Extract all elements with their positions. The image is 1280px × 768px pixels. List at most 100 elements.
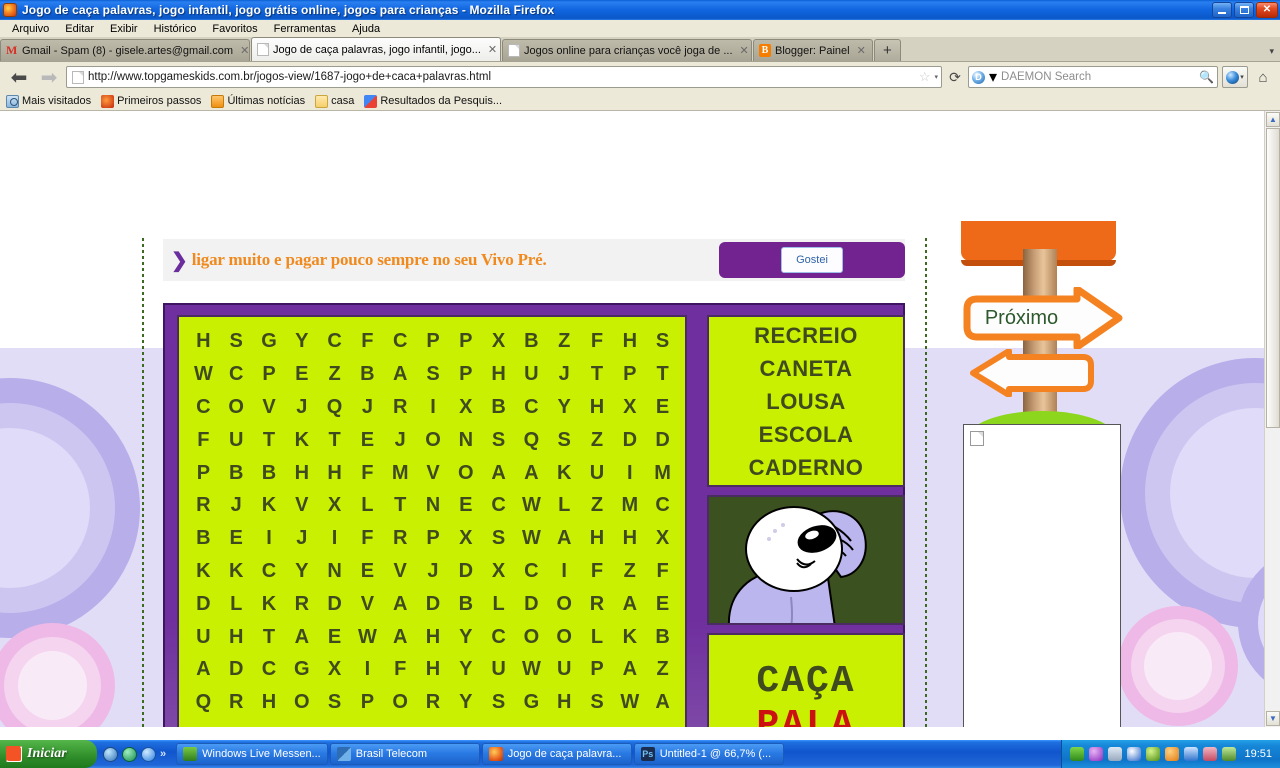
network-disconnected-icon[interactable] [1203, 747, 1218, 761]
grid-cell[interactable]: E [285, 358, 318, 391]
grid-cell[interactable]: W [351, 620, 384, 653]
grid-cell[interactable]: H [417, 653, 450, 686]
grid-cell[interactable]: H [253, 686, 286, 719]
green-app-icon[interactable] [1222, 747, 1237, 761]
grid-cell[interactable]: L [482, 587, 515, 620]
bookmark-casa[interactable]: casa [315, 94, 354, 108]
signpost-right-arrow[interactable]: Próximo [959, 285, 1124, 351]
minimize-button[interactable] [1212, 2, 1232, 18]
grid-cell[interactable]: F [351, 522, 384, 555]
grid-cell[interactable]: Y [285, 555, 318, 588]
bookmark-resultados[interactable]: Resultados da Pesquis... [364, 94, 502, 108]
grid-cell[interactable]: A [515, 456, 548, 489]
grid-cell[interactable]: W [515, 489, 548, 522]
grid-cell[interactable]: D [417, 587, 450, 620]
grid-cell[interactable]: E [318, 620, 351, 653]
grid-cell[interactable]: A [613, 719, 646, 727]
grid-cell[interactable]: J [285, 391, 318, 424]
grid-cell[interactable]: A [187, 653, 220, 686]
grid-cell[interactable]: H [318, 456, 351, 489]
grid-cell[interactable]: V [253, 391, 286, 424]
home-icon[interactable]: ⌂ [1252, 69, 1274, 86]
grid-cell[interactable]: J [285, 522, 318, 555]
grid-cell[interactable]: K [253, 489, 286, 522]
grid-cell[interactable]: P [351, 686, 384, 719]
grid-cell[interactable]: O [285, 686, 318, 719]
grid-cell[interactable]: X [318, 489, 351, 522]
word-item[interactable]: CANETA [759, 352, 852, 385]
grid-cell[interactable]: C [220, 358, 253, 391]
search-bar[interactable]: D ▾ DAEMON Search 🔍 [968, 66, 1218, 88]
grid-cell[interactable]: U [581, 456, 614, 489]
word-search-grid[interactable]: HSGYCFCPPXBZFHSWCPEZBASPHUJTPTCOVJQJRIXB… [187, 325, 679, 727]
chevron-down-icon[interactable]: ▾ [934, 73, 938, 81]
grid-cell[interactable]: J [384, 423, 417, 456]
advertisement-banner[interactable]: ❯ ligar muito e pagar pouco sempre no se… [163, 239, 905, 281]
grid-cell[interactable]: H [548, 686, 581, 719]
grid-cell[interactable]: H [417, 620, 450, 653]
grid-cell[interactable]: W [581, 719, 614, 727]
grid-cell[interactable]: M [646, 456, 679, 489]
antivirus-icon[interactable] [1089, 747, 1104, 761]
tab-list-chevron-down-icon[interactable]: ▾ [1269, 46, 1274, 57]
grid-cell[interactable]: C [253, 653, 286, 686]
grid-cell[interactable]: Y [548, 391, 581, 424]
grid-cell[interactable]: A [384, 358, 417, 391]
grid-cell[interactable]: J [548, 358, 581, 391]
grid-cell[interactable]: A [384, 587, 417, 620]
grid-cell[interactable]: Y [449, 653, 482, 686]
signpost-left-arrow[interactable] [967, 348, 1099, 398]
grid-cell[interactable]: B [187, 522, 220, 555]
grid-cell[interactable]: U [187, 620, 220, 653]
grid-cell[interactable]: Z [646, 653, 679, 686]
grid-cell[interactable]: H [220, 620, 253, 653]
close-button[interactable]: ✕ [1256, 2, 1278, 18]
grid-cell[interactable]: B [515, 325, 548, 358]
grid-cell[interactable]: T [384, 489, 417, 522]
word-item[interactable]: ESCOLA [759, 418, 854, 451]
grid-cell[interactable]: F [351, 325, 384, 358]
gostei-button[interactable]: Gostei [781, 247, 843, 273]
grid-cell[interactable]: F [581, 325, 614, 358]
chevron-down-icon[interactable]: ▾ [989, 67, 997, 87]
grid-cell[interactable]: E [351, 555, 384, 588]
grid-cell[interactable]: P [449, 325, 482, 358]
grid-cell[interactable]: F [581, 555, 614, 588]
grid-cell[interactable]: K [613, 620, 646, 653]
grid-cell[interactable]: P [285, 719, 318, 727]
grid-cell[interactable]: P [417, 522, 450, 555]
grid-cell[interactable]: J [220, 489, 253, 522]
grid-cell[interactable]: F [187, 423, 220, 456]
word-item[interactable]: RECREIO [754, 319, 858, 352]
grid-cell[interactable]: Z [318, 358, 351, 391]
grid-cell[interactable]: Y [285, 325, 318, 358]
grid-cell[interactable]: X [449, 391, 482, 424]
scroll-down-arrow-icon[interactable]: ▼ [1266, 711, 1280, 726]
word-item[interactable]: CADERNO [749, 451, 864, 484]
grid-cell[interactable]: H [613, 522, 646, 555]
grid-cell[interactable]: A [646, 686, 679, 719]
grid-cell[interactable]: A [384, 620, 417, 653]
maximize-button[interactable] [1234, 2, 1254, 18]
grid-cell[interactable]: F [384, 653, 417, 686]
quicklaunch-icon-3[interactable] [141, 746, 156, 762]
grid-cell[interactable]: P [449, 358, 482, 391]
grid-cell[interactable]: P [253, 358, 286, 391]
grid-cell[interactable]: I [548, 719, 581, 727]
grid-cell[interactable]: W [187, 358, 220, 391]
grid-cell[interactable]: X [482, 325, 515, 358]
grid-cell[interactable]: O [548, 620, 581, 653]
grid-cell[interactable]: O [515, 620, 548, 653]
grid-cell[interactable]: W [515, 522, 548, 555]
grid-cell[interactable]: P [581, 653, 614, 686]
grid-cell[interactable]: D [515, 587, 548, 620]
grid-cell[interactable]: R [285, 587, 318, 620]
grid-cell[interactable]: T [581, 358, 614, 391]
grid-cell[interactable]: X [449, 522, 482, 555]
grid-cell[interactable]: E [646, 587, 679, 620]
grid-cell[interactable]: D [318, 587, 351, 620]
grid-cell[interactable]: S [220, 325, 253, 358]
updater-icon[interactable] [1146, 747, 1161, 761]
grid-cell[interactable]: E [449, 489, 482, 522]
address-bar[interactable]: http://www.topgameskids.com.br/jogos-vie… [66, 66, 942, 88]
